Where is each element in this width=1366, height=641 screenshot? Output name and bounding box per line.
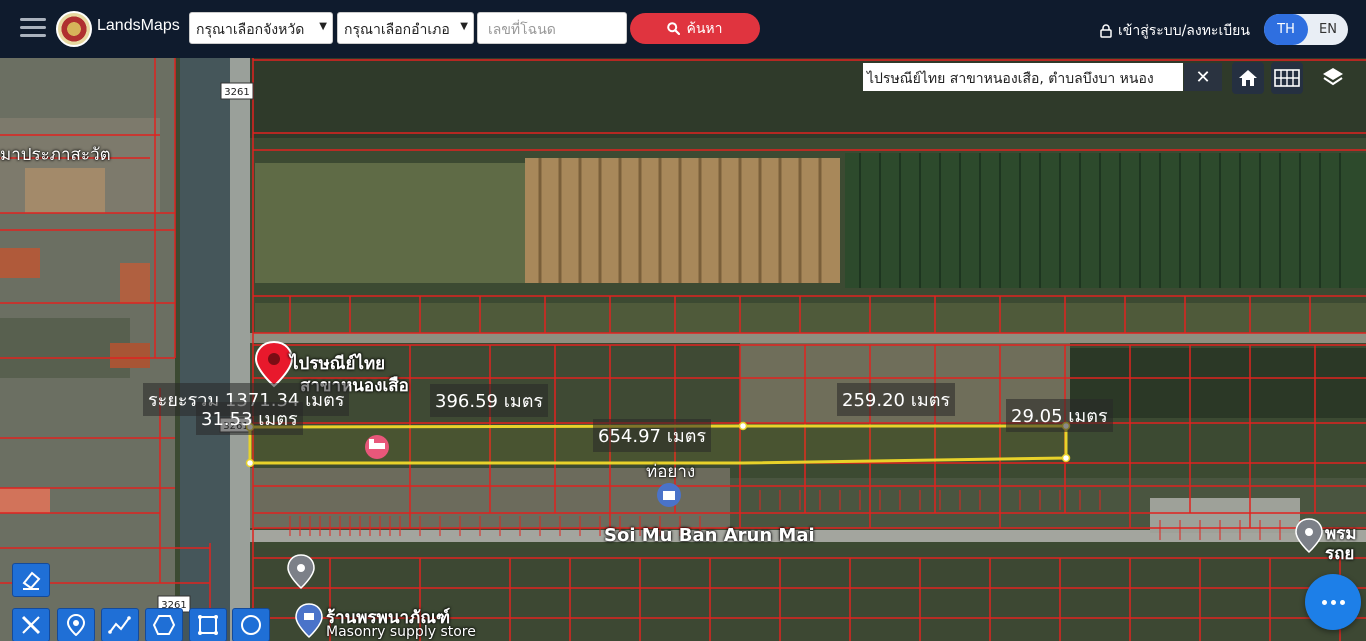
district-select[interactable]: กรุณาเลือกอำเภอ ▼ [337, 12, 474, 44]
search-result-field[interactable]: ไปรษณีย์ไทย สาขาหนองเสือ, ตำบลบึงบา หนอง [863, 63, 1183, 91]
close-icon[interactable]: ✕ [1184, 63, 1222, 91]
segment-bottom-label: 654.97 เมตร [593, 419, 712, 452]
lang-en-button[interactable]: EN [1308, 14, 1348, 45]
place-label: ท่อยาง [646, 462, 696, 482]
ruler-icon[interactable] [12, 608, 50, 641]
right-place-label-2: รถย [1325, 544, 1355, 564]
search-button[interactable]: ค้นหา [630, 13, 760, 44]
satellite-map[interactable]: 3261 3261 3261 [0, 58, 1366, 641]
search-icon [667, 22, 681, 35]
province-select-label: กรุณาเลือกจังหวัด [196, 22, 305, 38]
layers-icon[interactable] [1317, 61, 1349, 93]
more-options-button[interactable] [1305, 574, 1361, 630]
segment-top-2-label: 259.20 เมตร [837, 383, 956, 416]
road-name-label: Soi Mu Ban Arun Mai [604, 525, 815, 546]
segment-top-1-label: 396.59 เมตร [430, 384, 549, 417]
pin-icon[interactable] [57, 608, 95, 641]
chevron-down-icon: ▼ [319, 21, 327, 32]
route-shield-1: 3261 [220, 82, 254, 100]
temple-label: มาประภาสะวัต [0, 145, 111, 165]
polyline-icon[interactable] [101, 608, 139, 641]
shop-type-label: Masonry supply store [326, 624, 476, 640]
circle-icon[interactable] [232, 608, 270, 641]
grid-icon[interactable] [1271, 62, 1303, 94]
chevron-down-icon: ▼ [460, 21, 468, 32]
menu-icon[interactable] [20, 17, 46, 39]
shop-marker-icon[interactable] [657, 483, 681, 507]
vertex-handle[interactable] [245, 458, 255, 468]
lang-th-button[interactable]: TH [1264, 14, 1308, 45]
segment-left-label: 31.53 เมตร [196, 402, 303, 435]
lock-icon [1100, 24, 1112, 38]
search-button-label: ค้นหา [686, 20, 723, 37]
rectangle-icon[interactable] [189, 608, 227, 641]
brand-name: LandsMaps [97, 17, 180, 34]
hotel-marker-icon[interactable] [365, 435, 389, 459]
province-select[interactable]: กรุณาเลือกจังหวัด ▼ [189, 12, 333, 44]
landsmaps-logo[interactable] [56, 11, 92, 47]
home-icon[interactable] [1232, 62, 1264, 94]
district-select-label: กรุณาเลือกอำเภอ [344, 22, 450, 38]
segment-right-label: 29.05 เมตร [1006, 399, 1113, 432]
login-link[interactable]: เข้าสู่ระบบ/ลงทะเบียน [1100, 20, 1250, 42]
top-navbar: LandsMaps กรุณาเลือกจังหวัด ▼ กรุณาเลือก… [0, 0, 1366, 58]
vertex-handle[interactable] [1061, 453, 1071, 463]
map-canvas: 3261 3261 3261 [0, 58, 1366, 641]
svg-text:3261: 3261 [224, 87, 249, 98]
vertex-handle[interactable] [738, 421, 748, 431]
eraser-icon[interactable] [12, 563, 50, 597]
deed-number-input[interactable]: เลขที่โฉนด [477, 12, 627, 44]
polygon-icon[interactable] [145, 608, 183, 641]
login-label: เข้าสู่ระบบ/ลงทะเบียน [1118, 23, 1250, 39]
language-toggle: TH EN [1264, 14, 1348, 45]
